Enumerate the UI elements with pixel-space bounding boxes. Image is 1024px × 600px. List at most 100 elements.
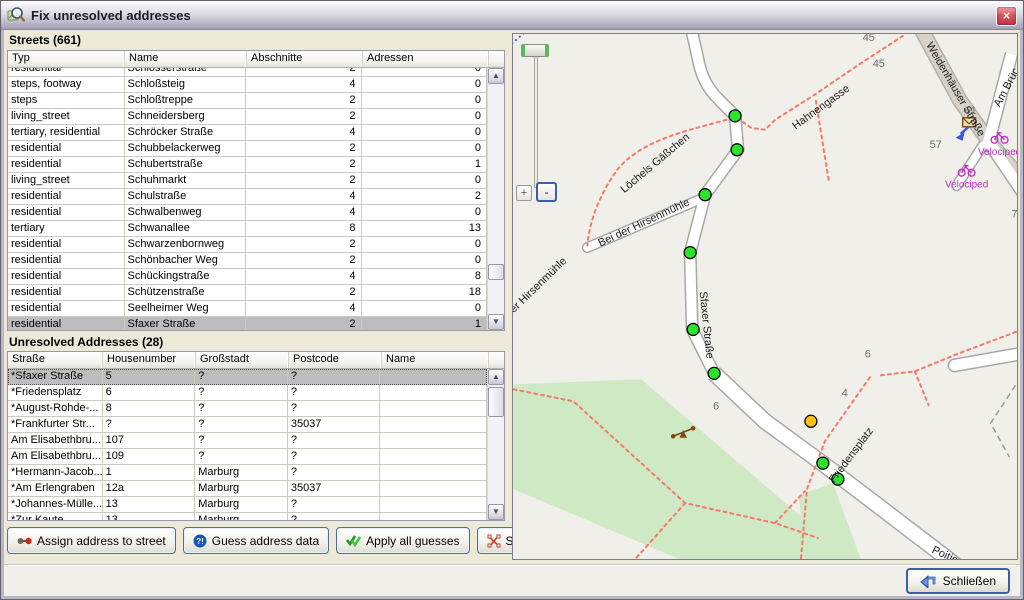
address-row[interactable]: *Hermann-Jacob...1Marburg? <box>8 465 487 481</box>
table-cell: 18 <box>362 285 487 301</box>
street-row[interactable]: living_streetSchneidersberg20 <box>8 109 487 125</box>
addr-col-postcode[interactable]: Postcode <box>289 352 382 368</box>
table-cell: tertiary, residential <box>8 125 125 141</box>
streets-scroll-thumb[interactable] <box>488 264 504 280</box>
close-dialog-button[interactable]: Schließen <box>906 568 1010 594</box>
street-row[interactable]: residentialSchwalbenweg40 <box>8 205 487 221</box>
table-cell: ? <box>288 385 381 401</box>
streets-col-name[interactable]: Name <box>125 51 247 67</box>
map-number-label: 45 <box>873 58 885 70</box>
table-cell: ? <box>288 433 381 449</box>
addresses-table-header: Straße Housenumber Großstadt Postcode Na… <box>8 352 504 369</box>
addr-col-grossstadt[interactable]: Großstadt <box>196 352 289 368</box>
zoom-slider-handle[interactable] <box>521 44 549 57</box>
street-row[interactable]: tertiarySchwanallee813 <box>8 221 487 237</box>
address-row[interactable]: *Johannes-Mülle...13Marburg? <box>8 497 487 513</box>
map-number-label: 4 <box>842 387 848 399</box>
address-row[interactable]: *Frankfurter Str...??35037 <box>8 417 487 433</box>
street-row[interactable]: residentialSchlösserstraße20 <box>8 68 487 77</box>
street-row[interactable]: residentialSchwarzenbornweg20 <box>8 237 487 253</box>
address-row[interactable]: Am Elisabethbru...109?? <box>8 449 487 465</box>
scroll-down-icon[interactable]: ▼ <box>488 314 504 330</box>
table-cell <box>380 369 487 385</box>
addr-col-strasse[interactable]: Straße <box>8 352 103 368</box>
street-row[interactable]: stepsSchloßtreppe20 <box>8 93 487 109</box>
table-cell: 2 <box>246 253 362 269</box>
address-row[interactable]: *Sfaxer Straße5?? <box>8 369 487 385</box>
street-row[interactable]: residentialSeelheimer Weg40 <box>8 301 487 317</box>
table-cell: ? <box>195 417 288 433</box>
table-cell: 4 <box>246 189 362 205</box>
address-marker-green[interactable] <box>699 189 711 201</box>
street-row[interactable]: residentialSchulstraße42 <box>8 189 487 205</box>
table-cell: Schwarzenbornweg <box>125 237 246 253</box>
table-cell: Schloßsteig <box>125 77 246 93</box>
table-cell: Am Elisabethbru... <box>8 433 103 449</box>
table-cell: 4 <box>246 125 362 141</box>
street-row[interactable]: residentialSchubertstraße21 <box>8 157 487 173</box>
fix-addresses-dialog: Fix unresolved addresses × Streets (661)… <box>0 0 1024 600</box>
address-row[interactable]: *August-Rohde-...8?? <box>8 401 487 417</box>
address-row[interactable]: Am Elisabethbru...107?? <box>8 433 487 449</box>
address-marker-green[interactable] <box>731 144 743 156</box>
table-cell: 0 <box>362 77 487 93</box>
address-row[interactable]: *Am Erlengraben12aMarburg35037 <box>8 481 487 497</box>
zoom-out-button[interactable]: - <box>536 182 557 202</box>
table-cell: Marburg <box>195 513 288 520</box>
street-row[interactable]: residentialSfaxer Straße21 <box>8 317 487 330</box>
table-cell: *Frankfurter Str... <box>8 417 103 433</box>
table-cell <box>380 401 487 417</box>
street-row[interactable]: tertiary, residentialSchröcker Straße40 <box>8 125 487 141</box>
map-number-label: 6 <box>865 348 871 360</box>
address-marker-green[interactable] <box>729 110 741 122</box>
table-cell: residential <box>8 237 125 253</box>
table-cell: 4 <box>246 205 362 221</box>
address-row[interactable]: *Friedensplatz6?? <box>8 385 487 401</box>
scroll-up-icon[interactable]: ▲ <box>488 369 504 385</box>
table-cell: Schwanallee <box>125 221 246 237</box>
table-cell: ? <box>288 497 381 513</box>
close-window-button[interactable]: × <box>996 6 1017 26</box>
table-cell <box>380 465 487 481</box>
apply-guesses-button[interactable]: Apply all guesses <box>336 527 469 554</box>
back-arrow-icon <box>920 574 937 588</box>
zoom-slider[interactable] <box>534 48 538 188</box>
address-marker-orange[interactable] <box>805 415 817 427</box>
scroll-down-icon[interactable]: ▼ <box>488 504 504 520</box>
table-cell: Schönbacher Weg <box>125 253 246 269</box>
street-row[interactable]: residentialSchönbacher Weg20 <box>8 253 487 269</box>
addr-col-housenumber[interactable]: Housenumber <box>103 352 196 368</box>
street-row[interactable]: residentialSchützenstraße218 <box>8 285 487 301</box>
address-row[interactable]: *Zur Kaute13Marburg? <box>8 513 487 520</box>
streets-col-abschnitte[interactable]: Abschnitte <box>247 51 363 67</box>
table-cell: Schulstraße <box>125 189 246 205</box>
street-row[interactable]: steps, footwaySchloßsteig40 <box>8 77 487 93</box>
table-cell: ? <box>195 369 288 385</box>
title-bar[interactable]: Fix unresolved addresses × <box>1 1 1023 30</box>
assign-address-button[interactable]: Assign address to street <box>7 527 176 554</box>
address-marker-green[interactable] <box>684 247 696 259</box>
addr-col-name[interactable]: Name <box>382 352 489 368</box>
zoom-in-button[interactable]: + <box>516 185 532 201</box>
table-cell: steps, footway <box>8 77 125 93</box>
scroll-up-icon[interactable]: ▲ <box>488 68 504 84</box>
map-number-label: 6 <box>713 400 719 412</box>
address-marker-green[interactable] <box>817 457 829 469</box>
streets-col-adressen[interactable]: Adressen <box>363 51 489 67</box>
address-marker-green[interactable] <box>708 367 720 379</box>
street-row[interactable]: residentialSchubbelackerweg20 <box>8 141 487 157</box>
address-marker-green[interactable] <box>687 323 699 335</box>
table-cell: Schuhmarkt <box>125 173 246 189</box>
table-cell: ? <box>195 433 288 449</box>
table-cell: 12a <box>103 481 196 497</box>
map-view[interactable]: Löchels GäßchenHahnengasseBei der Hirsen… <box>512 33 1018 560</box>
guess-address-button[interactable]: ?! Guess address data <box>183 527 329 554</box>
street-row[interactable]: residentialSchückingstraße48 <box>8 269 487 285</box>
addresses-scroll-thumb[interactable] <box>488 387 504 417</box>
streets-col-typ[interactable]: Typ <box>8 51 125 67</box>
streets-scrollbar[interactable]: ▲ ▼ <box>487 68 504 330</box>
table-cell: 0 <box>362 68 487 77</box>
addresses-scrollbar[interactable]: ▲ ▼ <box>487 369 504 520</box>
street-row[interactable]: living_streetSchuhmarkt20 <box>8 173 487 189</box>
table-cell: *Johannes-Mülle... <box>8 497 103 513</box>
